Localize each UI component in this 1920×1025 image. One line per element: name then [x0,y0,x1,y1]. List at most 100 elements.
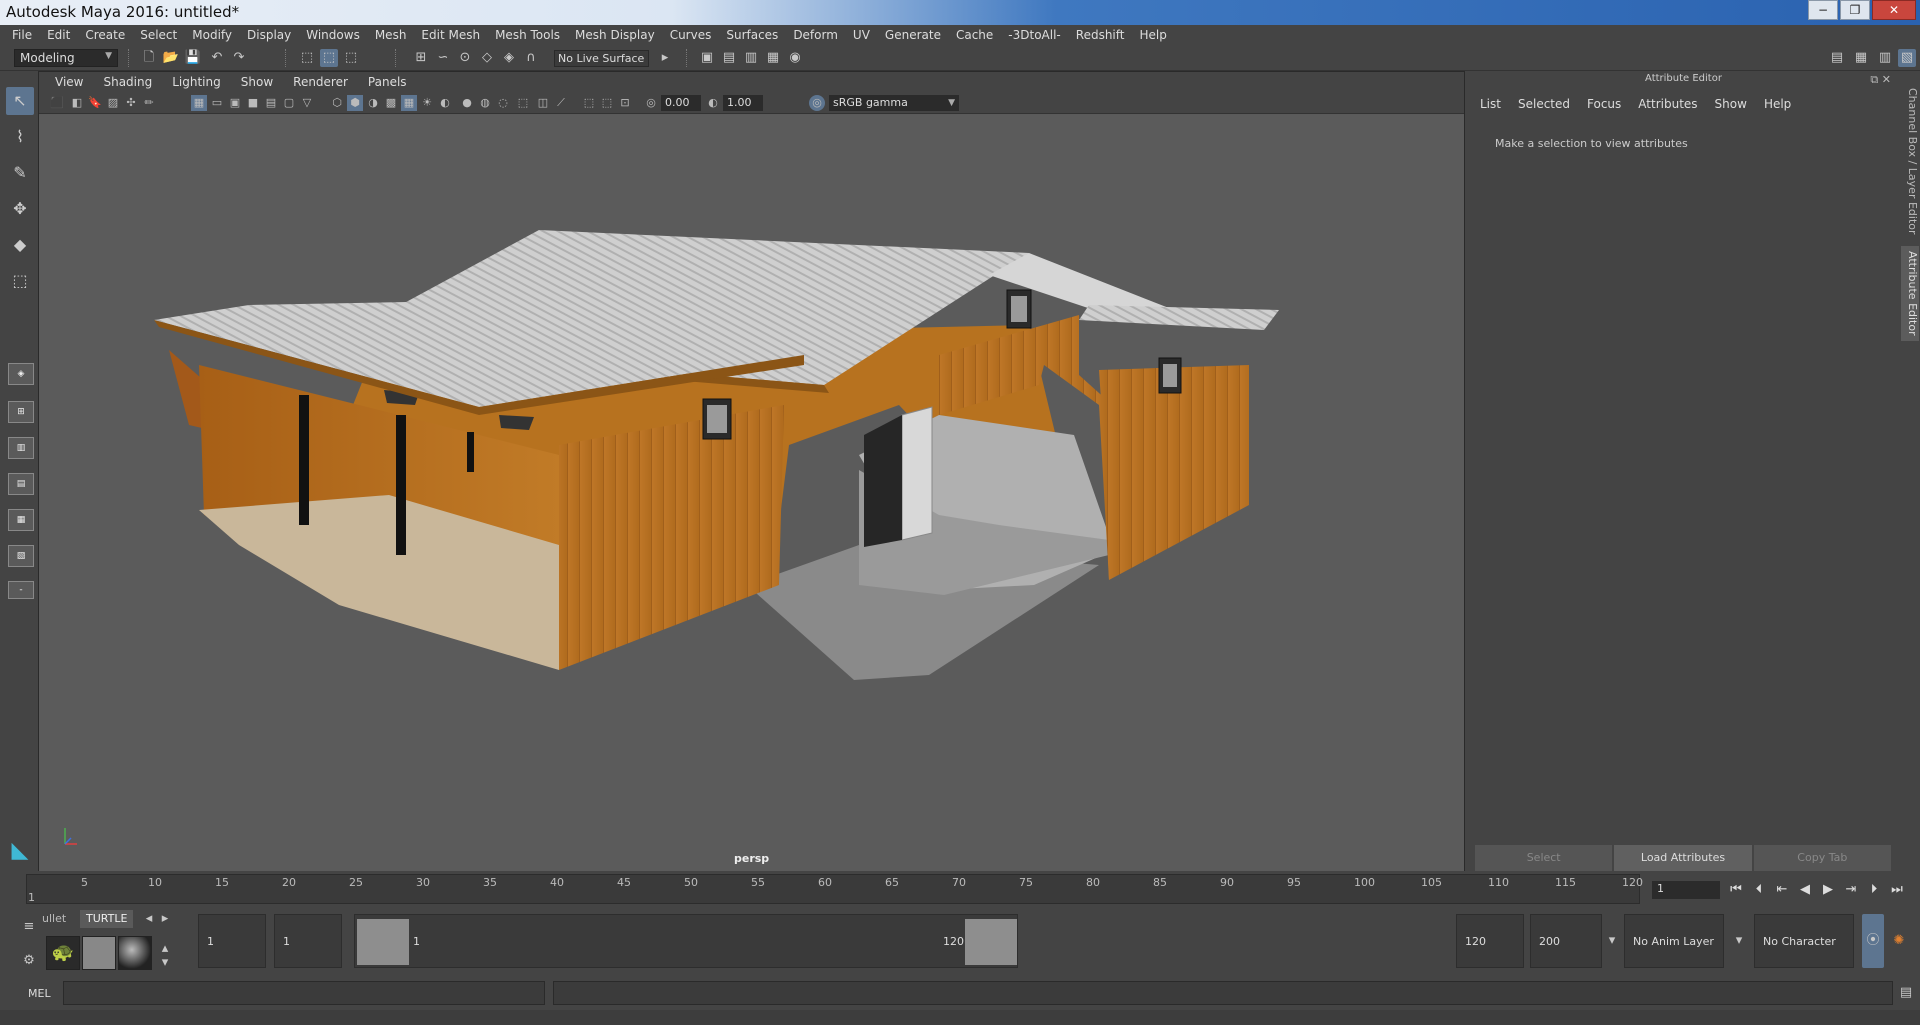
mel-language-label[interactable]: MEL [28,987,51,1000]
minus-icon[interactable]: - [8,581,34,599]
menu-help[interactable]: Help [1139,28,1166,42]
rotate-icon[interactable]: ◆ [6,231,34,259]
paint-select-icon[interactable]: ✎ [6,159,34,187]
xray-icon[interactable]: ◫ [535,95,551,111]
float-close-icon[interactable]: ⧉ ✕ [1870,73,1891,87]
animation-preferences-icon[interactable]: ✺ [1890,932,1908,950]
menu-cache[interactable]: Cache [956,28,993,42]
copy-tab-button[interactable]: Copy Tab [1753,845,1891,871]
range-end-handle[interactable] [965,919,1017,965]
menu-display[interactable]: Display [247,28,291,42]
open-scene-icon[interactable]: 📂 [162,49,180,67]
xray-joints-icon[interactable]: ⟋ [553,95,569,111]
select-button[interactable]: Select [1475,845,1613,871]
shelf-scroll-right-icon[interactable]: ▸ [156,910,174,928]
screen-space-ao-icon[interactable]: ● [459,95,475,111]
shelf-settings-icon[interactable]: ⚙ [20,952,38,970]
render-settings-icon[interactable]: ▦ [764,49,782,67]
step-forward-icon[interactable]: ⏵ [1865,880,1883,900]
menu-3dtoall[interactable]: -3DtoAll- [1008,28,1060,42]
step-forward-key-icon[interactable]: ⇥ [1842,880,1860,900]
menu-generate[interactable]: Generate [885,28,941,42]
grease-pencil-icon[interactable]: ✏ [141,95,157,111]
color-management-icon[interactable]: ◎ [809,95,825,111]
ae-menu-help[interactable]: Help [1764,97,1791,111]
step-back-key-icon[interactable]: ⇤ [1773,880,1791,900]
live-surface-field[interactable]: No Live Surface [554,50,649,67]
grid-icon[interactable]: ▦ [191,95,207,111]
menu-deform[interactable]: Deform [793,28,838,42]
undo-icon[interactable]: ↶ [208,49,226,67]
camera-select-icon[interactable]: ⬛ [49,95,65,111]
snap-view-plane-icon[interactable]: ◇ [478,49,496,67]
range-slider[interactable]: 1 120 [354,914,1018,968]
four-pane-layout-icon[interactable]: ⊞ [8,401,34,423]
move-icon[interactable]: ✥ [6,195,34,223]
shadows-icon[interactable]: ◐ [437,95,453,111]
minimize-button[interactable]: − [1808,0,1838,20]
ae-menu-focus[interactable]: Focus [1587,97,1621,111]
menu-mesh-tools[interactable]: Mesh Tools [495,28,560,42]
ae-menu-attributes[interactable]: Attributes [1638,97,1697,111]
go-to-end-icon[interactable]: ⏭ [1888,880,1906,900]
turtle-sphere-icon[interactable] [118,936,152,970]
frame-selection-icon[interactable]: ⊡ [617,95,633,111]
turtle-bake-icon[interactable] [82,936,116,970]
menu-surfaces[interactable]: Surfaces [726,28,778,42]
go-to-start-icon[interactable]: ⏮ [1727,880,1745,900]
snap-surface-icon[interactable]: ◈ [500,49,518,67]
menu-mesh-display[interactable]: Mesh Display [575,28,655,42]
menu-set-dropdown[interactable]: Modeling ▼ [14,49,118,67]
exposure-icon[interactable]: ◎ [643,95,659,111]
modeling-toolkit-icon[interactable]: ▤ [1828,49,1846,67]
ae-menu-list[interactable]: List [1480,97,1501,111]
redo-icon[interactable]: ↷ [230,49,248,67]
wireframe-icon[interactable]: ⬡ [329,95,345,111]
shelf-tab-turtle[interactable]: TURTLE [80,910,134,928]
shelf-tab-bullet[interactable]: ullet [36,910,72,928]
vp-menu-show[interactable]: Show [241,75,273,89]
camera-attributes-icon[interactable]: ◧ [69,95,85,111]
chevron-down-icon[interactable]: ▾ [1730,932,1748,950]
field-chart-icon[interactable]: ▤ [263,95,279,111]
graph-layout-icon[interactable]: ▦ [8,509,34,531]
close-button[interactable]: ✕ [1872,0,1916,20]
save-scene-icon[interactable]: 💾 [184,49,202,67]
single-pane-layout-icon[interactable]: ◈ [8,363,34,385]
new-scene-icon[interactable]: 🗋 [140,49,158,67]
xray-components-icon[interactable]: ⬚ [581,95,597,111]
shelf-down-icon[interactable]: ▾ [156,954,174,972]
all-lights-icon[interactable]: ☀ [419,95,435,111]
channel-box-toggle-icon[interactable]: ▧ [1898,49,1916,67]
play-backward-icon[interactable]: ◀ [1796,880,1814,900]
select-object-icon[interactable]: ⬚ [320,49,338,67]
use-default-material-icon[interactable]: ▦ [401,95,417,111]
resolution-gate-icon[interactable]: ▣ [227,95,243,111]
gate-mask-icon[interactable]: ■ [245,95,261,111]
restore-button[interactable]: ❐ [1840,0,1870,20]
menu-edit-mesh[interactable]: Edit Mesh [421,28,480,42]
bookmark-icon[interactable]: 🔖 [87,95,103,111]
isolate-select-icon[interactable]: ⬚ [515,95,531,111]
menu-create[interactable]: Create [85,28,125,42]
start-frame-field[interactable]: 1 [198,914,266,968]
vp-menu-shading[interactable]: Shading [103,75,152,89]
time-ruler[interactable]: 1 5 10 15 20 25 30 35 40 45 50 55 60 65 … [26,874,1643,904]
auto-key-icon[interactable]: ⦿ [1862,914,1884,968]
image-plane-icon[interactable]: ▨ [105,95,121,111]
vp-menu-lighting[interactable]: Lighting [172,75,221,89]
menu-windows[interactable]: Windows [306,28,360,42]
turtle-render-icon[interactable]: 🐢 [46,936,80,970]
magnet-icon[interactable]: ∩ [522,49,540,67]
3d-viewport[interactable]: persp [39,115,1464,871]
expand-arrow-icon[interactable]: ▸ [656,49,674,67]
gamma-icon[interactable]: ◐ [705,95,721,111]
tab-channel-box[interactable]: Channel Box / Layer Editor [1901,86,1919,236]
menu-curves[interactable]: Curves [670,28,712,42]
anti-aliasing-icon[interactable]: ◌ [495,95,511,111]
chevron-down-icon[interactable]: ▾ [1603,932,1621,950]
smooth-shade-icon[interactable]: ⬢ [347,95,363,111]
human-ik-icon[interactable]: ▦ [1852,49,1870,67]
vp-menu-renderer[interactable]: Renderer [293,75,348,89]
vp-menu-view[interactable]: View [55,75,83,89]
